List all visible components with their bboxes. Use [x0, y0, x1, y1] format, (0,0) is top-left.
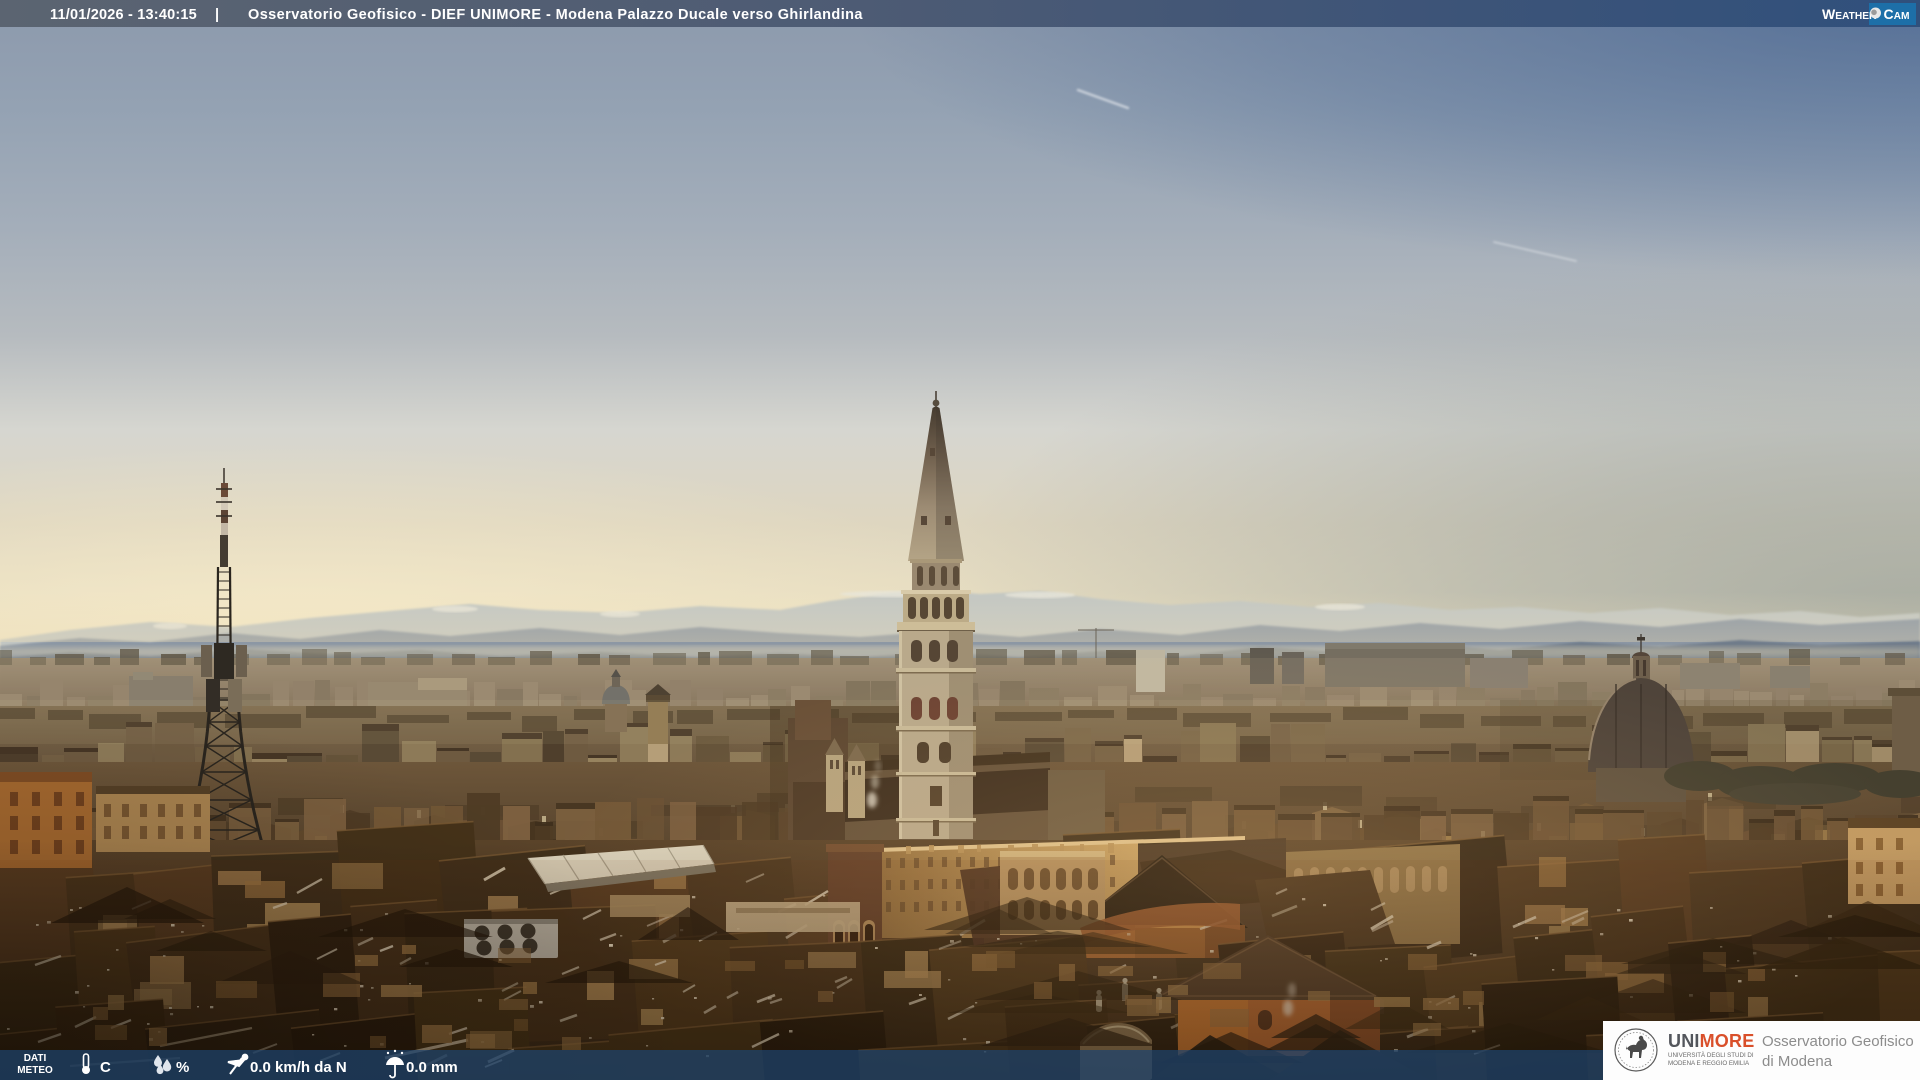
svg-text:0.0 mm: 0.0 mm: [406, 1059, 458, 1076]
svg-text:DATI: DATI: [24, 1053, 47, 1064]
svg-text:di Modena: di Modena: [1762, 1053, 1833, 1070]
svg-text:METEO: METEO: [17, 1065, 53, 1076]
svg-text:|: |: [215, 7, 219, 23]
svg-text:UNIMORE: UNIMORE: [1668, 1031, 1754, 1051]
svg-text:Osservatorio Geofisico - DIEF: Osservatorio Geofisico - DIEF UNIMORE - …: [248, 7, 863, 23]
svg-text:11/01/2026 - 13:40:15: 11/01/2026 - 13:40:15: [50, 7, 197, 23]
svg-text:0.0 km/h da N: 0.0 km/h da N: [250, 1059, 347, 1076]
svg-text:MODENA E REGGIO EMILIA: MODENA E REGGIO EMILIA: [1668, 1060, 1750, 1067]
svg-text:UNIVERSITÀ DEGLI STUDI DI: UNIVERSITÀ DEGLI STUDI DI: [1668, 1052, 1754, 1059]
svg-text:%: %: [176, 1059, 189, 1076]
svg-text:C: C: [100, 1059, 111, 1076]
svg-text:Osservatorio Geofisico: Osservatorio Geofisico: [1762, 1033, 1914, 1050]
